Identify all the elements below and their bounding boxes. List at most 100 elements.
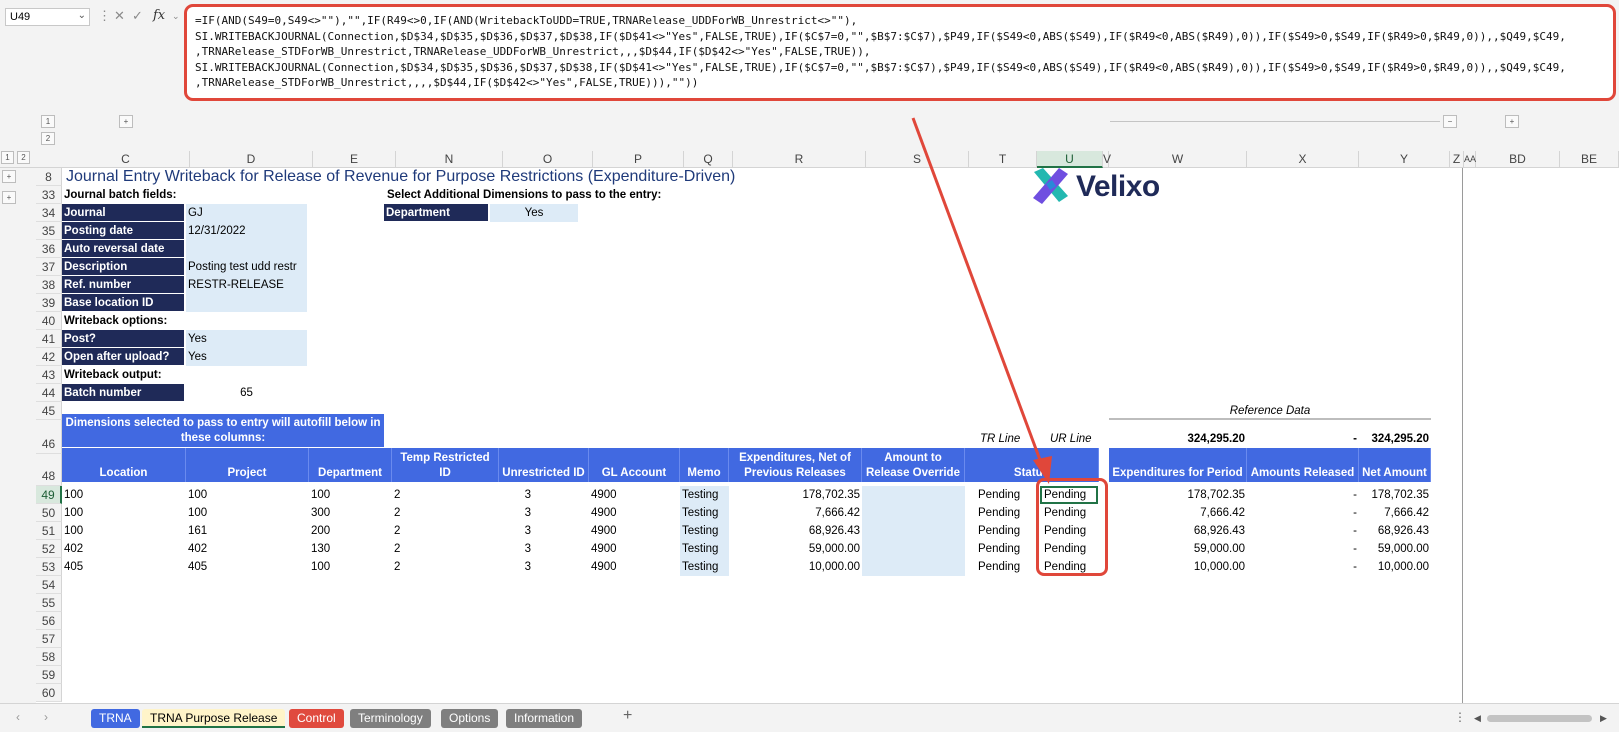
cell-location[interactable]: 402 (62, 540, 85, 558)
cell-ur-id[interactable]: 3 (499, 504, 533, 522)
more-options-icon[interactable]: ⋮ (98, 8, 111, 24)
field-value-posting-date[interactable]: 12/31/2022 (186, 222, 307, 240)
col-header-u[interactable]: U (1037, 151, 1103, 168)
col-header-n[interactable]: N (396, 151, 503, 168)
col-header-p[interactable]: P (593, 151, 684, 168)
cell-department[interactable]: 100 (309, 486, 332, 504)
row-outline-level-1[interactable]: 1 (1, 151, 14, 164)
cell-released[interactable]: - (1247, 558, 1359, 576)
cell-tr-status[interactable]: Pending (976, 540, 1022, 558)
cell-released[interactable]: - (1247, 522, 1359, 540)
row-header[interactable]: 54 (36, 576, 62, 594)
row-header[interactable]: 45 (36, 402, 62, 420)
row-header[interactable]: 41 (36, 330, 62, 348)
cell-tr-id[interactable]: 2 (392, 558, 402, 576)
cell-override[interactable] (862, 522, 965, 540)
cell-net[interactable]: 59,000.00 (1359, 540, 1431, 558)
tab-terminology[interactable]: Terminology (350, 709, 431, 728)
cell-exp[interactable]: 10,000.00 (729, 558, 862, 576)
cell-exp[interactable]: 68,926.43 (729, 522, 862, 540)
cell-ur-id[interactable]: 3 (499, 522, 533, 540)
col-header-be[interactable]: BE (1560, 151, 1619, 168)
cell-memo[interactable]: Testing (680, 522, 729, 540)
row-header[interactable]: 48 (36, 454, 62, 486)
row-header[interactable]: 37 (36, 258, 62, 276)
field-value-base-location[interactable] (186, 294, 307, 312)
cell-gl[interactable]: 4900 (589, 504, 619, 522)
cell-released[interactable]: - (1247, 540, 1359, 558)
cell-tr-id[interactable]: 2 (392, 486, 402, 504)
col-header-x[interactable]: X (1247, 151, 1359, 168)
row-header[interactable]: 46 (36, 420, 62, 454)
col-header-w[interactable]: W (1109, 151, 1247, 168)
cell-project[interactable]: 100 (186, 486, 209, 504)
col-header-d[interactable]: D (190, 151, 313, 168)
cell-exp-period[interactable]: 68,926.43 (1109, 522, 1247, 540)
field-value-ref-number[interactable]: RESTR-RELEASE (186, 276, 307, 294)
confirm-icon[interactable]: ✓ (132, 8, 143, 24)
cell-tr-status[interactable]: Pending (976, 558, 1022, 576)
row-header[interactable]: 44 (36, 384, 62, 402)
col-header-c[interactable]: C (62, 151, 190, 168)
cell-department[interactable]: 130 (309, 540, 332, 558)
cell-memo[interactable]: Testing (680, 486, 729, 504)
cell-ur-id[interactable]: 3 (499, 558, 533, 576)
col-header-t[interactable]: T (969, 151, 1037, 168)
cell-ur-status-selected[interactable]: Pending (1040, 486, 1098, 504)
row-header[interactable]: 34 (36, 204, 62, 222)
cell-exp[interactable]: 178,702.35 (729, 486, 862, 504)
cell-override[interactable] (862, 540, 965, 558)
row-header[interactable]: 60 (36, 684, 62, 702)
row-header[interactable]: 36 (36, 240, 62, 258)
cell-net[interactable]: 7,666.42 (1359, 504, 1431, 522)
tab-trna[interactable]: TRNA (91, 709, 140, 728)
row-header[interactable]: 56 (36, 612, 62, 630)
cell-location[interactable]: 100 (62, 486, 85, 504)
cell-exp-period[interactable]: 178,702.35 (1109, 486, 1247, 504)
cell-net[interactable]: 178,702.35 (1359, 486, 1431, 504)
more-tabs-icon[interactable]: ⋮ (1454, 710, 1466, 724)
col-header-s[interactable]: S (866, 151, 969, 168)
tab-control[interactable]: Control (289, 709, 344, 728)
cell-tr-status[interactable]: Pending (976, 504, 1022, 522)
scroll-right-icon[interactable]: ▶ (1600, 713, 1607, 724)
cell-override[interactable] (862, 558, 965, 576)
cell-tr-id[interactable]: 2 (392, 540, 402, 558)
cell-project[interactable]: 161 (186, 522, 209, 540)
cell-released[interactable]: - (1247, 486, 1359, 504)
col-header-bd[interactable]: BD (1476, 151, 1560, 168)
row-header[interactable]: 43 (36, 366, 62, 384)
cell-exp-period[interactable]: 10,000.00 (1109, 558, 1247, 576)
cell-department[interactable]: 200 (309, 522, 332, 540)
col-header-z[interactable]: Z (1450, 151, 1464, 168)
cell-memo[interactable]: Testing (680, 540, 729, 558)
fx-icon[interactable]: fx (153, 8, 165, 23)
cell-ur-status[interactable]: Pending (1042, 540, 1088, 558)
cell-project[interactable]: 100 (186, 504, 209, 522)
cell-ur-status[interactable]: Pending (1042, 558, 1088, 576)
expand-group-button[interactable]: + (119, 115, 133, 128)
cell-ur-status[interactable]: Pending (1042, 522, 1088, 540)
row-header[interactable]: 38 (36, 276, 62, 294)
cell-gl[interactable]: 4900 (589, 558, 619, 576)
row-header[interactable]: 53 (36, 558, 62, 576)
row-header[interactable]: 51 (36, 522, 62, 540)
row-header[interactable]: 55 (36, 594, 62, 612)
cell-ur-status[interactable]: Pending (1042, 504, 1088, 522)
row-header[interactable]: 39 (36, 294, 62, 312)
formula-input[interactable]: =IF(AND(S49=0,S49<>""),"",IF(R49<>0,IF(A… (184, 4, 1616, 101)
cell-gl[interactable]: 4900 (589, 522, 619, 540)
col-header-y[interactable]: Y (1359, 151, 1450, 168)
cell-released[interactable]: - (1247, 504, 1359, 522)
cell-tr-status[interactable]: Pending (976, 486, 1022, 504)
worksheet-grid[interactable]: 8 33 34 35 36 37 38 39 40 41 42 43 44 45… (36, 168, 1619, 703)
row-header[interactable]: 40 (36, 312, 62, 330)
cell-net[interactable]: 10,000.00 (1359, 558, 1431, 576)
outline-level-1[interactable]: 1 (41, 115, 55, 128)
cell-exp[interactable]: 59,000.00 (729, 540, 862, 558)
scroll-left-icon[interactable]: ◀ (1474, 713, 1481, 724)
option-value-post[interactable]: Yes (186, 330, 307, 348)
row-header[interactable]: 52 (36, 540, 62, 558)
expand-group-button[interactable]: + (1505, 115, 1519, 128)
cell-department[interactable]: 300 (309, 504, 332, 522)
